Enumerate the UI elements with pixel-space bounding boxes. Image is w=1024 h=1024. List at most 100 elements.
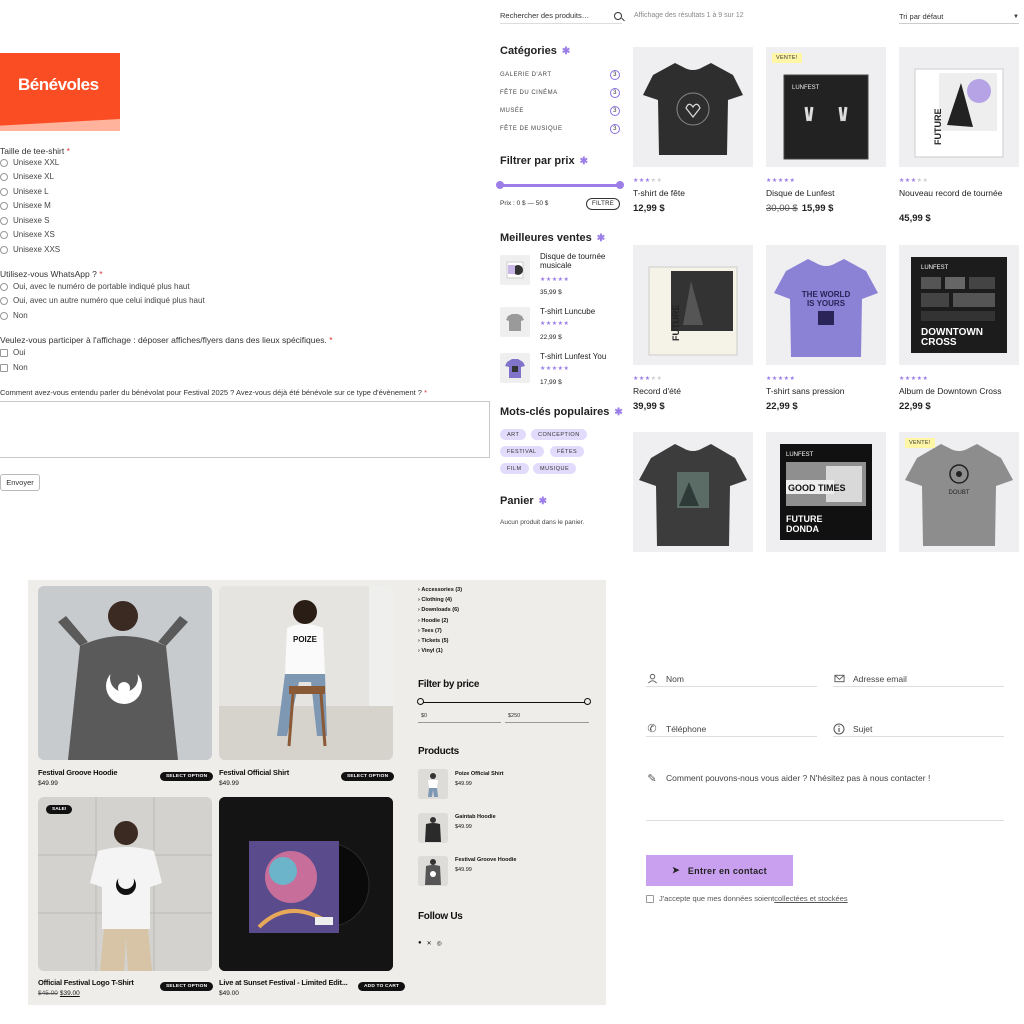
name-field[interactable]: Nom [646, 671, 817, 687]
checkbox[interactable] [0, 363, 8, 372]
price-slider-min-handle[interactable] [417, 698, 424, 705]
contact-submit-button[interactable]: ➤ Entrer en contact [646, 855, 793, 886]
filter-button[interactable]: FILTRE [586, 198, 620, 210]
price-slider-max-handle[interactable] [616, 181, 624, 189]
add-to-cart-button[interactable]: ADD TO CART [358, 982, 406, 991]
tag-chip[interactable]: FILM [500, 463, 529, 474]
best-seller-thumb[interactable] [500, 255, 530, 285]
consent-checkbox[interactable] [646, 894, 654, 903]
product-name[interactable]: Nouveau record de tournée [899, 188, 1019, 198]
category-item[interactable]: FÊTE DE MUSIQUE 3 [500, 124, 620, 134]
category-item[interactable]: FÊTE DU CINÉMA 3 [500, 88, 620, 98]
product-name[interactable]: T-shirt sans pression [766, 386, 886, 396]
price-slider-track[interactable] [421, 702, 587, 704]
price-slider-max-handle[interactable] [584, 698, 591, 705]
tag-chip[interactable]: CONCEPTION [531, 429, 587, 440]
size-option[interactable]: Unisexe XXS [0, 244, 60, 255]
product-name[interactable]: Live at Sunset Festival - Limited Edit..… [219, 978, 348, 987]
product-name[interactable]: Album de Downtown Cross [899, 386, 1019, 396]
product-name[interactable]: Disque de Lunfest [766, 188, 886, 198]
search-input[interactable]: Rechercher des produits… [500, 8, 622, 24]
search-icon[interactable] [614, 11, 622, 20]
min-price-field[interactable]: $0 [418, 710, 501, 723]
max-price-field[interactable]: $250 [505, 710, 589, 723]
size-option[interactable]: Unisexe XS [0, 229, 55, 240]
product-image[interactable] [219, 797, 393, 971]
product-image[interactable] [633, 47, 753, 167]
phone-field[interactable]: ✆ Téléphone [646, 721, 817, 737]
tag-chip[interactable]: ART [500, 429, 527, 440]
size-option[interactable]: Unisexe XXL [0, 157, 59, 168]
best-seller-thumb[interactable] [500, 353, 530, 383]
consent-link[interactable]: collectées et stockées [774, 894, 847, 903]
whatsapp-option[interactable]: Oui, avec un autre numéro que celui indi… [0, 295, 205, 306]
category-item[interactable]: › Tees (7) [418, 626, 462, 636]
email-field[interactable]: Adresse email [833, 671, 1004, 687]
radio-button[interactable] [0, 245, 8, 254]
product-image[interactable]: LUNFEST GOOD TIMES FUTURE DONDA [766, 432, 886, 552]
product-name[interactable]: Record d'été [633, 386, 753, 396]
sort-select[interactable]: Tri par défaut ▼ [899, 10, 1019, 24]
price-slider-min-handle[interactable] [496, 181, 504, 189]
product-name[interactable]: Official Festival Logo T-Shirt [38, 978, 134, 987]
radio-button[interactable] [0, 201, 8, 210]
product-image[interactable]: LUNFEST VENTE! [766, 47, 886, 167]
heard-textarea[interactable] [0, 401, 490, 458]
product-image[interactable] [38, 586, 212, 760]
instagram-icon[interactable]: ◎ [437, 940, 442, 947]
best-seller-name[interactable]: T-shirt Luncube [540, 307, 625, 316]
x-icon[interactable]: ✕ [427, 940, 432, 947]
product-image[interactable]: POIZE [219, 586, 393, 760]
size-option[interactable]: Unisexe XL [0, 171, 54, 182]
message-field[interactable]: ✎ Comment pouvons-nous vous aider ? N'hé… [646, 771, 1004, 821]
radio-button[interactable] [0, 282, 8, 291]
product-list-name[interactable]: Festival Groove Hoodie [455, 857, 516, 863]
select-option-button[interactable]: SELECT OPTION [160, 772, 214, 781]
price-slider-track[interactable] [500, 184, 621, 187]
size-option[interactable]: Unisexe L [0, 186, 49, 197]
best-seller-name[interactable]: T-shirt Lunfest You [540, 352, 625, 361]
radio-button[interactable] [0, 172, 8, 181]
select-option-button[interactable]: SELECT OPTION [160, 982, 214, 991]
product-image[interactable] [633, 432, 753, 552]
consent-row[interactable]: J'accepte que mes données soientcollecté… [646, 894, 848, 903]
product-image[interactable]: FUTURE [633, 245, 753, 365]
product-name[interactable]: Festival Groove Hoodie [38, 768, 118, 777]
radio-button[interactable] [0, 230, 8, 239]
product-image[interactable]: FUTURE [899, 47, 1019, 167]
product-image[interactable]: SALE! [38, 797, 212, 971]
best-seller-name[interactable]: Disque de tournée musicale [540, 252, 625, 270]
product-list-name[interactable]: Poize Official Shirt [455, 771, 504, 777]
product-thumb[interactable] [418, 856, 448, 886]
category-item[interactable]: MUSÉE 3 [500, 106, 620, 116]
product-thumb[interactable] [418, 813, 448, 843]
radio-button[interactable] [0, 216, 8, 225]
send-button[interactable]: Envoyer [0, 474, 40, 491]
product-list-name[interactable]: Gaintab Hoodie [455, 814, 496, 820]
checkbox[interactable] [0, 348, 8, 357]
category-item[interactable]: › Accessories (3) [418, 585, 462, 595]
category-item[interactable]: GALERIE D'ART 3 [500, 70, 620, 80]
category-item[interactable]: › Vinyl (1) [418, 646, 462, 656]
tag-chip[interactable]: MUSIQUE [533, 463, 577, 474]
product-thumb[interactable] [418, 769, 448, 799]
product-image[interactable]: LUNFEST DOWNTOWN CROSS [899, 245, 1019, 365]
select-option-button[interactable]: SELECT OPTION [341, 772, 395, 781]
product-image[interactable]: DOUBT VENTE! [899, 432, 1019, 552]
category-item[interactable]: › Hoodie (2) [418, 616, 462, 626]
tag-chip[interactable]: FESTIVAL [500, 446, 544, 457]
radio-button[interactable] [0, 296, 8, 305]
product-name[interactable]: T-shirt de fête [633, 188, 753, 198]
size-option[interactable]: Unisexe M [0, 200, 51, 211]
radio-button[interactable] [0, 158, 8, 167]
facebook-icon[interactable]: ● [418, 940, 422, 947]
product-image[interactable]: THE WORLD IS YOURS [766, 245, 886, 365]
poster-option[interactable]: Non [0, 362, 28, 373]
subject-field[interactable]: Sujet [833, 721, 1004, 737]
category-item[interactable]: › Clothing (4) [418, 595, 462, 605]
category-item[interactable]: › Tickets (5) [418, 636, 462, 646]
product-name[interactable]: Festival Official Shirt [219, 768, 289, 777]
category-item[interactable]: › Downloads (6) [418, 605, 462, 615]
whatsapp-option[interactable]: Oui, avec le numéro de portable indiqué … [0, 281, 190, 292]
size-option[interactable]: Unisexe S [0, 215, 49, 226]
